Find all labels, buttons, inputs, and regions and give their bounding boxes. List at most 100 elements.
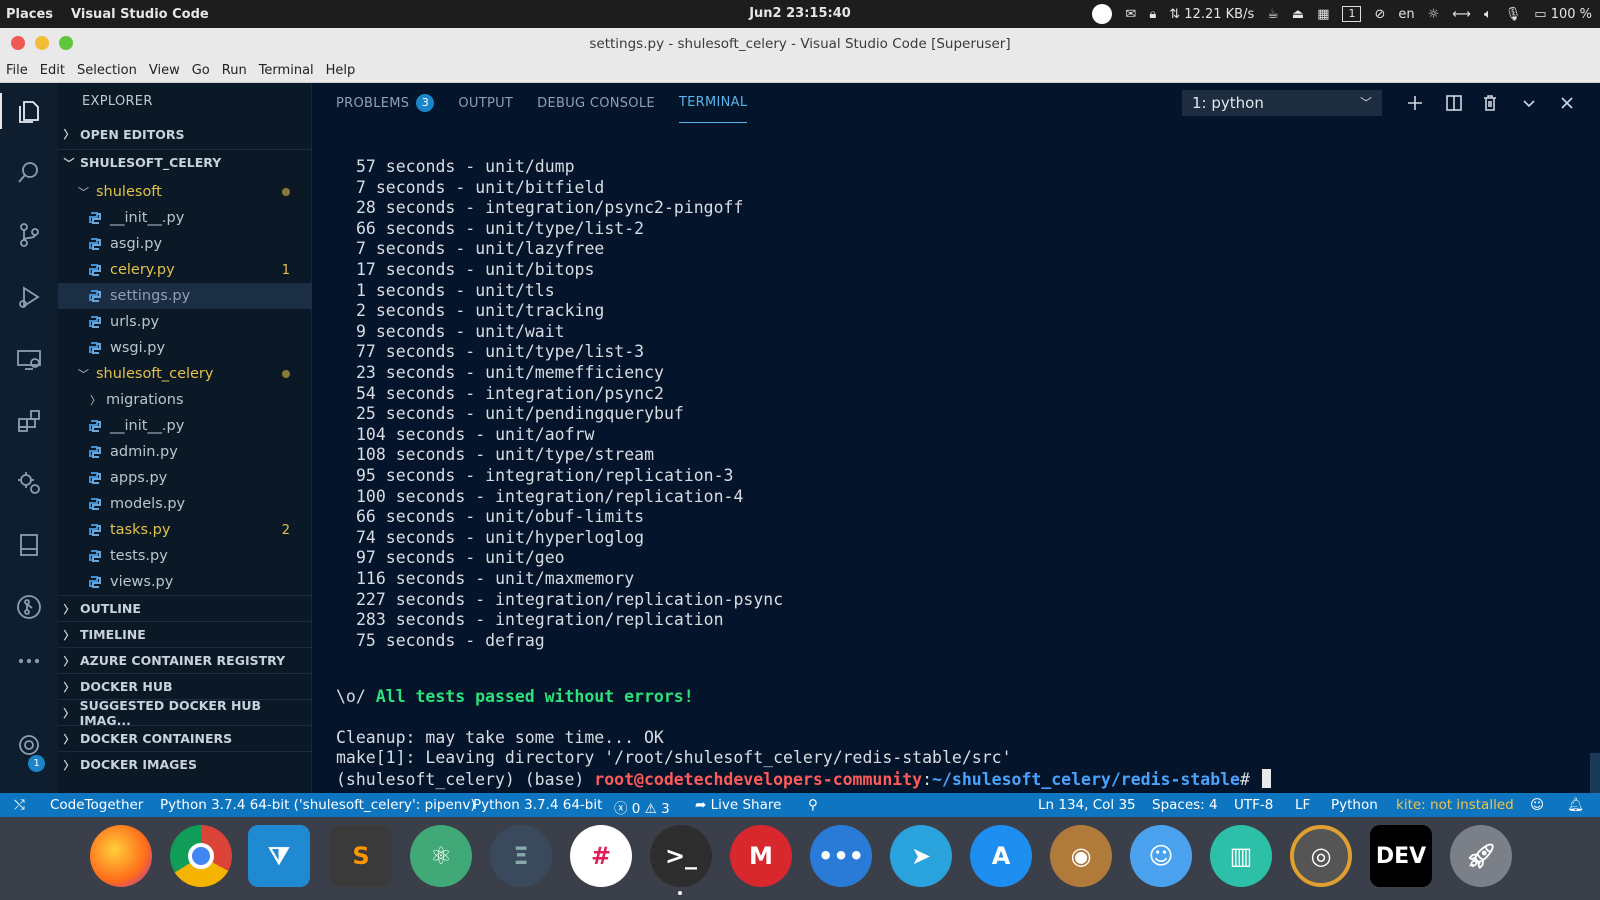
menu-file[interactable]: File xyxy=(0,63,34,78)
menu-view[interactable]: View xyxy=(143,63,186,78)
file-item[interactable]: views.py xyxy=(58,569,312,595)
brightness-icon[interactable]: ☼ xyxy=(1428,7,1440,22)
git-pin-icon[interactable]: ⚲ xyxy=(808,797,818,813)
encoding-status[interactable]: UTF-8 xyxy=(1234,797,1273,813)
project-section[interactable]: ﹀ SHULESOFT_CELERY xyxy=(58,149,312,175)
split-terminal-icon[interactable] xyxy=(1444,93,1464,113)
git-graph-icon[interactable] xyxy=(0,583,58,631)
live-share-status[interactable]: ➦ Live Share xyxy=(695,797,781,813)
dev-icon[interactable]: DEV xyxy=(1370,825,1432,887)
slack-icon[interactable]: # xyxy=(570,825,632,887)
menu-run[interactable]: Run xyxy=(216,63,253,78)
section-suggested-docker-hub-imag[interactable]: 〉 SUGGESTED DOCKER HUB IMAG... xyxy=(58,698,312,728)
open-editors-section[interactable]: 〉 OPEN EDITORS xyxy=(58,121,312,147)
source-control-icon[interactable] xyxy=(0,211,58,259)
firefox-icon[interactable] xyxy=(90,825,152,887)
atom-icon[interactable]: ⚛ xyxy=(410,825,472,887)
remote-indicator-icon[interactable]: ⤭ xyxy=(14,797,25,813)
appstore-icon[interactable]: A xyxy=(970,825,1032,887)
feedback-icon[interactable]: ☺ xyxy=(1530,797,1544,813)
network-icon[interactable]: ⟷ xyxy=(1452,7,1471,22)
notifications-bell-icon[interactable]: 🔔︎ xyxy=(1567,797,1584,813)
tab-debug-console[interactable]: DEBUG CONSOLE xyxy=(537,83,655,123)
docker-settings-icon[interactable] xyxy=(0,459,58,507)
finder-icon[interactable]: ☺ xyxy=(1130,825,1192,887)
telegram-icon[interactable]: ➤ xyxy=(890,825,952,887)
lock-icon[interactable]: 🔒︎ xyxy=(1149,7,1156,22)
kill-terminal-icon[interactable] xyxy=(1480,93,1500,113)
netspeed[interactable]: ⇅ 12.21 KB/s xyxy=(1169,7,1254,22)
section-azure-container-registry[interactable]: 〉 AZURE CONTAINER REGISTRY xyxy=(58,647,312,673)
more-icon[interactable] xyxy=(0,637,58,685)
mega-icon[interactable]: M xyxy=(730,825,792,887)
folder-shulesoft[interactable]: ﹀ shulesoft xyxy=(58,179,312,205)
coffee-icon[interactable]: ☕︎ xyxy=(1267,7,1279,22)
new-terminal-icon[interactable] xyxy=(1405,93,1425,113)
terminal-icon[interactable]: >_ xyxy=(650,825,712,887)
menu-terminal[interactable]: Terminal xyxy=(253,63,320,78)
file-item[interactable]: tests.py xyxy=(58,543,312,569)
cursor-position[interactable]: Ln 134, Col 35 xyxy=(1038,797,1136,813)
file-item[interactable]: asgi.py xyxy=(58,231,312,257)
chat-icon[interactable]: ••• xyxy=(810,825,872,887)
menu-help[interactable]: Help xyxy=(320,63,362,78)
section-outline[interactable]: 〉 OUTLINE xyxy=(58,595,312,621)
workspace-indicator[interactable]: 1 xyxy=(1342,6,1362,22)
mail-icon[interactable]: ✉ xyxy=(1125,7,1136,22)
python-version-status[interactable]: Python 3.7.4 64-bit xyxy=(473,797,602,813)
menu-edit[interactable]: Edit xyxy=(34,63,71,78)
active-app-name[interactable]: Visual Studio Code xyxy=(71,7,209,22)
volume-icon[interactable]: 🔈︎ xyxy=(1484,7,1492,22)
terminal-selector[interactable]: 1: python ﹀ xyxy=(1182,90,1382,116)
file-item[interactable]: wsgi.py xyxy=(58,335,312,361)
section-docker-images[interactable]: 〉 DOCKER IMAGES xyxy=(58,751,312,777)
section-timeline[interactable]: 〉 TIMELINE xyxy=(58,621,312,647)
microphone-icon[interactable]: 🎙︎ xyxy=(1505,7,1522,22)
file-item[interactable]: __init__.py xyxy=(58,413,312,439)
codetogether-status[interactable]: CodeTogether xyxy=(50,797,143,813)
manage-gear-icon[interactable]: 1 xyxy=(0,721,58,772)
slack-tray-icon[interactable] xyxy=(1092,4,1113,24)
tab-problems[interactable]: PROBLEMS 3 xyxy=(336,83,435,123)
eject-icon[interactable]: ⏏ xyxy=(1292,7,1304,22)
file-item[interactable]: urls.py xyxy=(58,309,312,335)
eol-status[interactable]: LF xyxy=(1295,797,1310,813)
tab-output[interactable]: OUTPUT xyxy=(458,83,513,123)
problems-status[interactable]: ⓧ 0 ⚠ 3 xyxy=(614,797,670,817)
bookmark-icon[interactable] xyxy=(0,521,58,569)
file-item[interactable]: admin.py xyxy=(58,439,312,465)
sublime-icon[interactable]: S xyxy=(330,825,392,887)
close-panel-icon[interactable] xyxy=(1557,93,1577,113)
interpreter-status[interactable]: Python 3.7.4 64-bit ('shulesoft_celery':… xyxy=(160,797,476,813)
remote-explorer-icon[interactable] xyxy=(0,335,58,383)
chrome-icon[interactable] xyxy=(170,825,232,887)
file-item[interactable]: models.py xyxy=(58,491,312,517)
maximize-panel-chevron-icon[interactable] xyxy=(1519,93,1539,113)
battery-indicator[interactable]: ▭ 100 % xyxy=(1534,7,1592,22)
file-item[interactable]: celery.py 1 xyxy=(58,257,312,283)
do-not-disturb-icon[interactable]: ⊘ xyxy=(1374,7,1385,22)
run-debug-icon[interactable] xyxy=(0,273,58,321)
file-item[interactable]: settings.py xyxy=(58,283,312,309)
menu-selection[interactable]: Selection xyxy=(71,63,143,78)
folder-shulesoft-celery[interactable]: ﹀ shulesoft_celery xyxy=(58,361,312,387)
section-docker-containers[interactable]: 〉 DOCKER CONTAINERS xyxy=(58,725,312,751)
kite-status[interactable]: kite: not installed xyxy=(1396,797,1514,813)
terminal-output[interactable]: 57 seconds - unit/dump 7 seconds - unit/b… xyxy=(312,123,1600,793)
workspace-icon[interactable]: ▦ xyxy=(1317,7,1329,22)
extensions-icon[interactable] xyxy=(0,397,58,445)
gitkraken-icon[interactable]: Ξ xyxy=(490,825,552,887)
tab-terminal[interactable]: TERMINAL xyxy=(678,83,748,123)
stats-icon[interactable]: ▥ xyxy=(1210,825,1272,887)
file-item[interactable]: __init__.py xyxy=(58,205,312,231)
file-item[interactable]: apps.py xyxy=(58,465,312,491)
indentation-status[interactable]: Spaces: 4 xyxy=(1152,797,1218,813)
search-icon[interactable] xyxy=(0,149,58,197)
vscode-icon[interactable]: ⧩ xyxy=(248,825,310,887)
clock[interactable]: Jun2 23:15:40 xyxy=(749,6,851,21)
folder-migrations[interactable]: 〉 migrations xyxy=(58,387,312,413)
terminal-scrollbar[interactable] xyxy=(1590,753,1600,793)
rocket-icon[interactable]: 🚀︎ xyxy=(1450,825,1512,887)
contacts-icon[interactable]: ◉ xyxy=(1050,825,1112,887)
menu-go[interactable]: Go xyxy=(186,63,216,78)
